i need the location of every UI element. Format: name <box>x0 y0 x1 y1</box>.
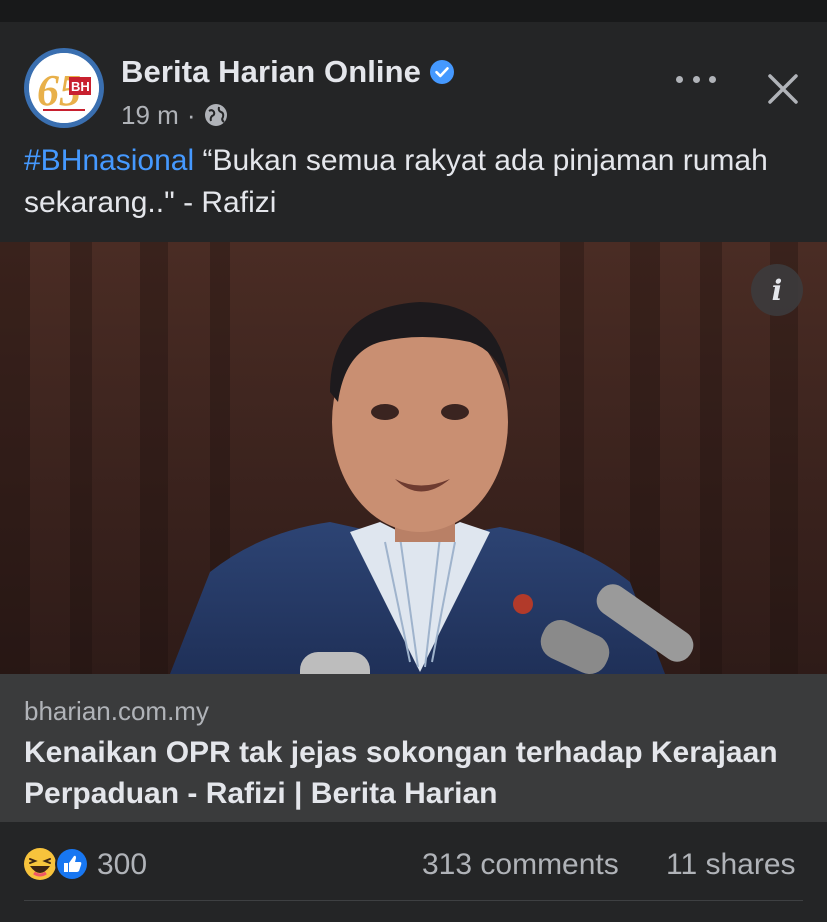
divider <box>24 900 803 901</box>
like-icon <box>55 847 89 881</box>
page-name[interactable]: Berita Harian Online <box>121 54 421 90</box>
link-domain: bharian.com.my <box>24 696 209 726</box>
status-strip <box>0 0 827 22</box>
hashtag-link[interactable]: #BHnasional <box>24 144 194 177</box>
info-icon[interactable]: i <box>751 264 803 316</box>
more-options-icon[interactable] <box>676 64 716 94</box>
page-avatar[interactable]: 65 BH <box>24 48 104 128</box>
post-stats: 300 313 comments 11 shares <box>0 834 827 894</box>
post-time[interactable]: 19 m <box>121 100 179 131</box>
link-preview-image[interactable] <box>0 242 827 674</box>
haha-icon <box>24 848 56 880</box>
globe-icon <box>205 104 228 126</box>
post-card: 65 BH Berita Harian Online 19 m · #BHnas… <box>0 22 827 922</box>
close-icon[interactable] <box>766 72 800 106</box>
comments-count[interactable]: 313 comments <box>422 848 619 882</box>
meta-separator: · <box>186 99 196 130</box>
link-preview[interactable]: bharian.com.my Kenaikan OPR tak jejas so… <box>0 674 827 822</box>
reactions-summary[interactable] <box>22 846 94 882</box>
link-title: Kenaikan OPR tak jejas sokongan terhadap… <box>24 736 778 810</box>
logo-badge: BH <box>71 79 90 94</box>
reaction-count[interactable]: 300 <box>97 848 147 882</box>
page-name-row: Berita Harian Online <box>121 52 455 92</box>
post-header: 65 BH Berita Harian Online 19 m · <box>0 22 827 142</box>
verified-badge-icon <box>430 60 455 84</box>
shares-count[interactable]: 11 shares <box>666 848 796 882</box>
bh-logo: 65 BH <box>29 53 99 123</box>
post-meta: 19 m · <box>121 98 229 132</box>
post-text: #BHnasional “Bukan semua rakyat ada pinj… <box>24 140 804 224</box>
